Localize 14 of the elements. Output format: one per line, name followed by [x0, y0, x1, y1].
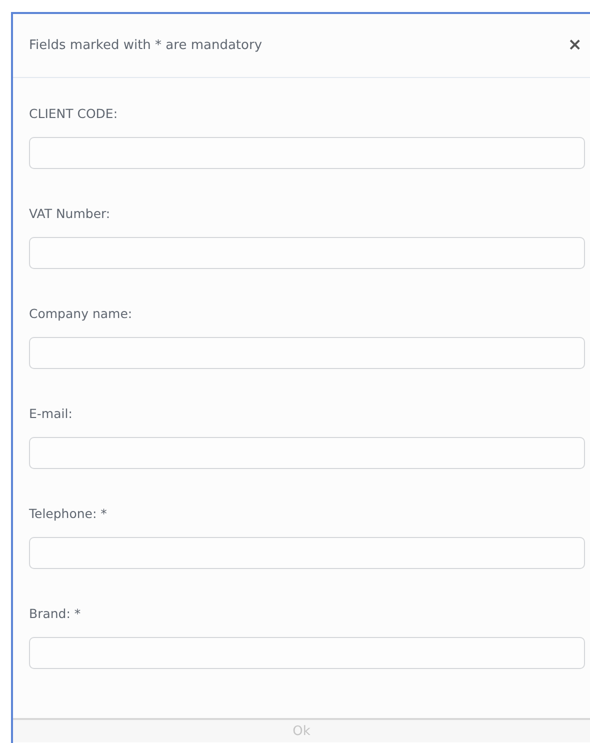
input-field[interactable] [29, 437, 585, 469]
field-label: E-mail: [29, 405, 74, 423]
input-field[interactable] [29, 337, 585, 369]
close-button[interactable]: × [564, 37, 586, 54]
dialog-title: Fields marked with * are mandatory [29, 38, 262, 53]
field-label: CLIENT CODE: [29, 105, 119, 123]
field-label: Telephone: * [29, 505, 108, 523]
field-label: Company name: [29, 305, 134, 323]
input-field[interactable] [29, 537, 585, 569]
input-field[interactable] [29, 637, 585, 669]
input-field[interactable] [29, 137, 585, 169]
field-label: Brand: * [29, 605, 82, 623]
input-field[interactable] [29, 237, 585, 269]
field-label: VAT Number: [29, 205, 112, 223]
